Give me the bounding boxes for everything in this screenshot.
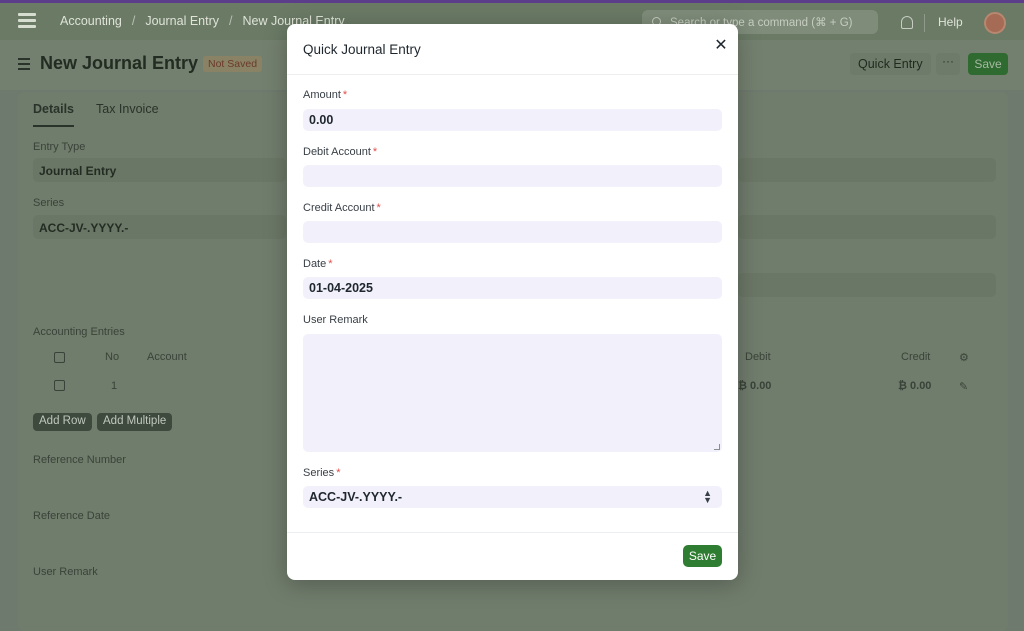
tab-details[interactable]: Details xyxy=(33,102,74,127)
date-field[interactable] xyxy=(303,277,722,299)
required-marker: * xyxy=(342,89,348,101)
user-remark-label: User Remark xyxy=(33,566,98,578)
series-select[interactable]: ACC-JV-.YYYY.- ▲ ▼ xyxy=(303,486,722,508)
required-marker: * xyxy=(376,202,381,214)
series-selected-value: ACC-JV-.YYYY.- xyxy=(309,490,403,504)
entry-type-select[interactable]: Journal Entry xyxy=(33,158,286,182)
series-select[interactable]: ACC-JV-.YYYY.- xyxy=(33,215,286,239)
right-column-field[interactable] xyxy=(738,215,996,239)
series-label-text: Series xyxy=(303,467,335,479)
row-number: 1 xyxy=(111,380,118,392)
add-multiple-button[interactable]: Add Multiple xyxy=(97,413,173,431)
help-menu[interactable]: Help xyxy=(938,15,963,29)
row-credit[interactable]: ₿ 0.00 xyxy=(898,380,931,392)
dialog-save-button[interactable]: Save xyxy=(683,545,722,567)
credit-account-label: Credit Account * xyxy=(303,202,381,214)
form-tabs: Details Tax Invoice xyxy=(33,102,159,127)
required-marker: * xyxy=(336,467,341,479)
amount-label-text: Amount xyxy=(303,89,341,101)
quick-entry-button[interactable]: Quick Entry xyxy=(850,53,931,75)
app-logo-icon[interactable] xyxy=(18,13,36,31)
dialog-title: Quick Journal Entry xyxy=(303,42,421,57)
debit-account-field[interactable] xyxy=(303,165,722,187)
row-debit[interactable]: ₿ 0.00 xyxy=(738,380,771,392)
breadcrumb-separator: / xyxy=(131,14,136,28)
right-column-field[interactable] xyxy=(738,273,996,297)
right-column-field[interactable] xyxy=(738,158,996,182)
select-arrows-icon: ▲ ▼ xyxy=(703,488,712,505)
edit-row-icon[interactable]: ✎ xyxy=(959,380,968,393)
breadcrumb-separator: / xyxy=(229,14,233,28)
tab-tax-invoice[interactable]: Tax Invoice xyxy=(96,102,159,127)
reference-number-label: Reference Number xyxy=(33,454,126,466)
debit-account-label-text: Debit Account xyxy=(303,146,371,158)
status-badge: Not Saved xyxy=(203,56,263,72)
add-row-button[interactable]: Add Row xyxy=(33,413,92,431)
resize-handle-icon[interactable] xyxy=(714,444,720,450)
breadcrumb-accounting[interactable]: Accounting xyxy=(60,14,122,28)
series-label: Series xyxy=(33,197,65,209)
notification-bell-icon[interactable] xyxy=(901,16,913,29)
credit-account-label-text: Credit Account xyxy=(303,202,375,214)
dialog-header-divider xyxy=(287,74,738,75)
series-label: Series * xyxy=(303,467,340,479)
entry-type-label: Entry Type xyxy=(33,141,86,153)
avatar[interactable] xyxy=(984,12,1006,34)
sidebar-toggle-icon[interactable] xyxy=(18,58,30,73)
select-all-checkbox[interactable] xyxy=(54,352,65,363)
save-button[interactable]: Save xyxy=(968,53,1008,75)
navbar-divider xyxy=(924,14,925,32)
debit-account-label: Debit Account * xyxy=(303,146,377,158)
breadcrumb-journal-entry[interactable]: Journal Entry xyxy=(145,14,219,28)
more-actions-button[interactable]: ··· xyxy=(936,53,960,75)
column-header-no: No xyxy=(105,351,120,363)
column-header-credit: Credit xyxy=(901,351,931,363)
row-checkbox[interactable] xyxy=(54,380,65,391)
required-marker: * xyxy=(328,258,333,270)
date-label-text: Date xyxy=(303,258,327,270)
close-icon[interactable]: ✕ xyxy=(713,38,729,54)
required-marker: * xyxy=(372,146,378,158)
amount-label: Amount * xyxy=(303,89,347,101)
dialog-footer-divider xyxy=(287,532,738,533)
date-label: Date * xyxy=(303,258,333,270)
credit-account-field[interactable] xyxy=(303,221,722,243)
user-remark-textarea[interactable] xyxy=(303,334,722,452)
amount-field[interactable] xyxy=(303,109,722,131)
user-remark-label: User Remark xyxy=(303,314,368,326)
settings-gear-icon[interactable]: ⚙ xyxy=(959,351,969,364)
quick-journal-entry-dialog: Quick Journal Entry ✕ Amount* Debit Acco… xyxy=(287,24,738,580)
column-header-debit: Debit xyxy=(745,351,771,363)
accounting-entries-label: Accounting Entries xyxy=(33,326,125,338)
page-title: New Journal Entry xyxy=(40,53,199,73)
reference-date-label: Reference Date xyxy=(33,510,111,522)
column-header-account: Account xyxy=(147,351,187,363)
